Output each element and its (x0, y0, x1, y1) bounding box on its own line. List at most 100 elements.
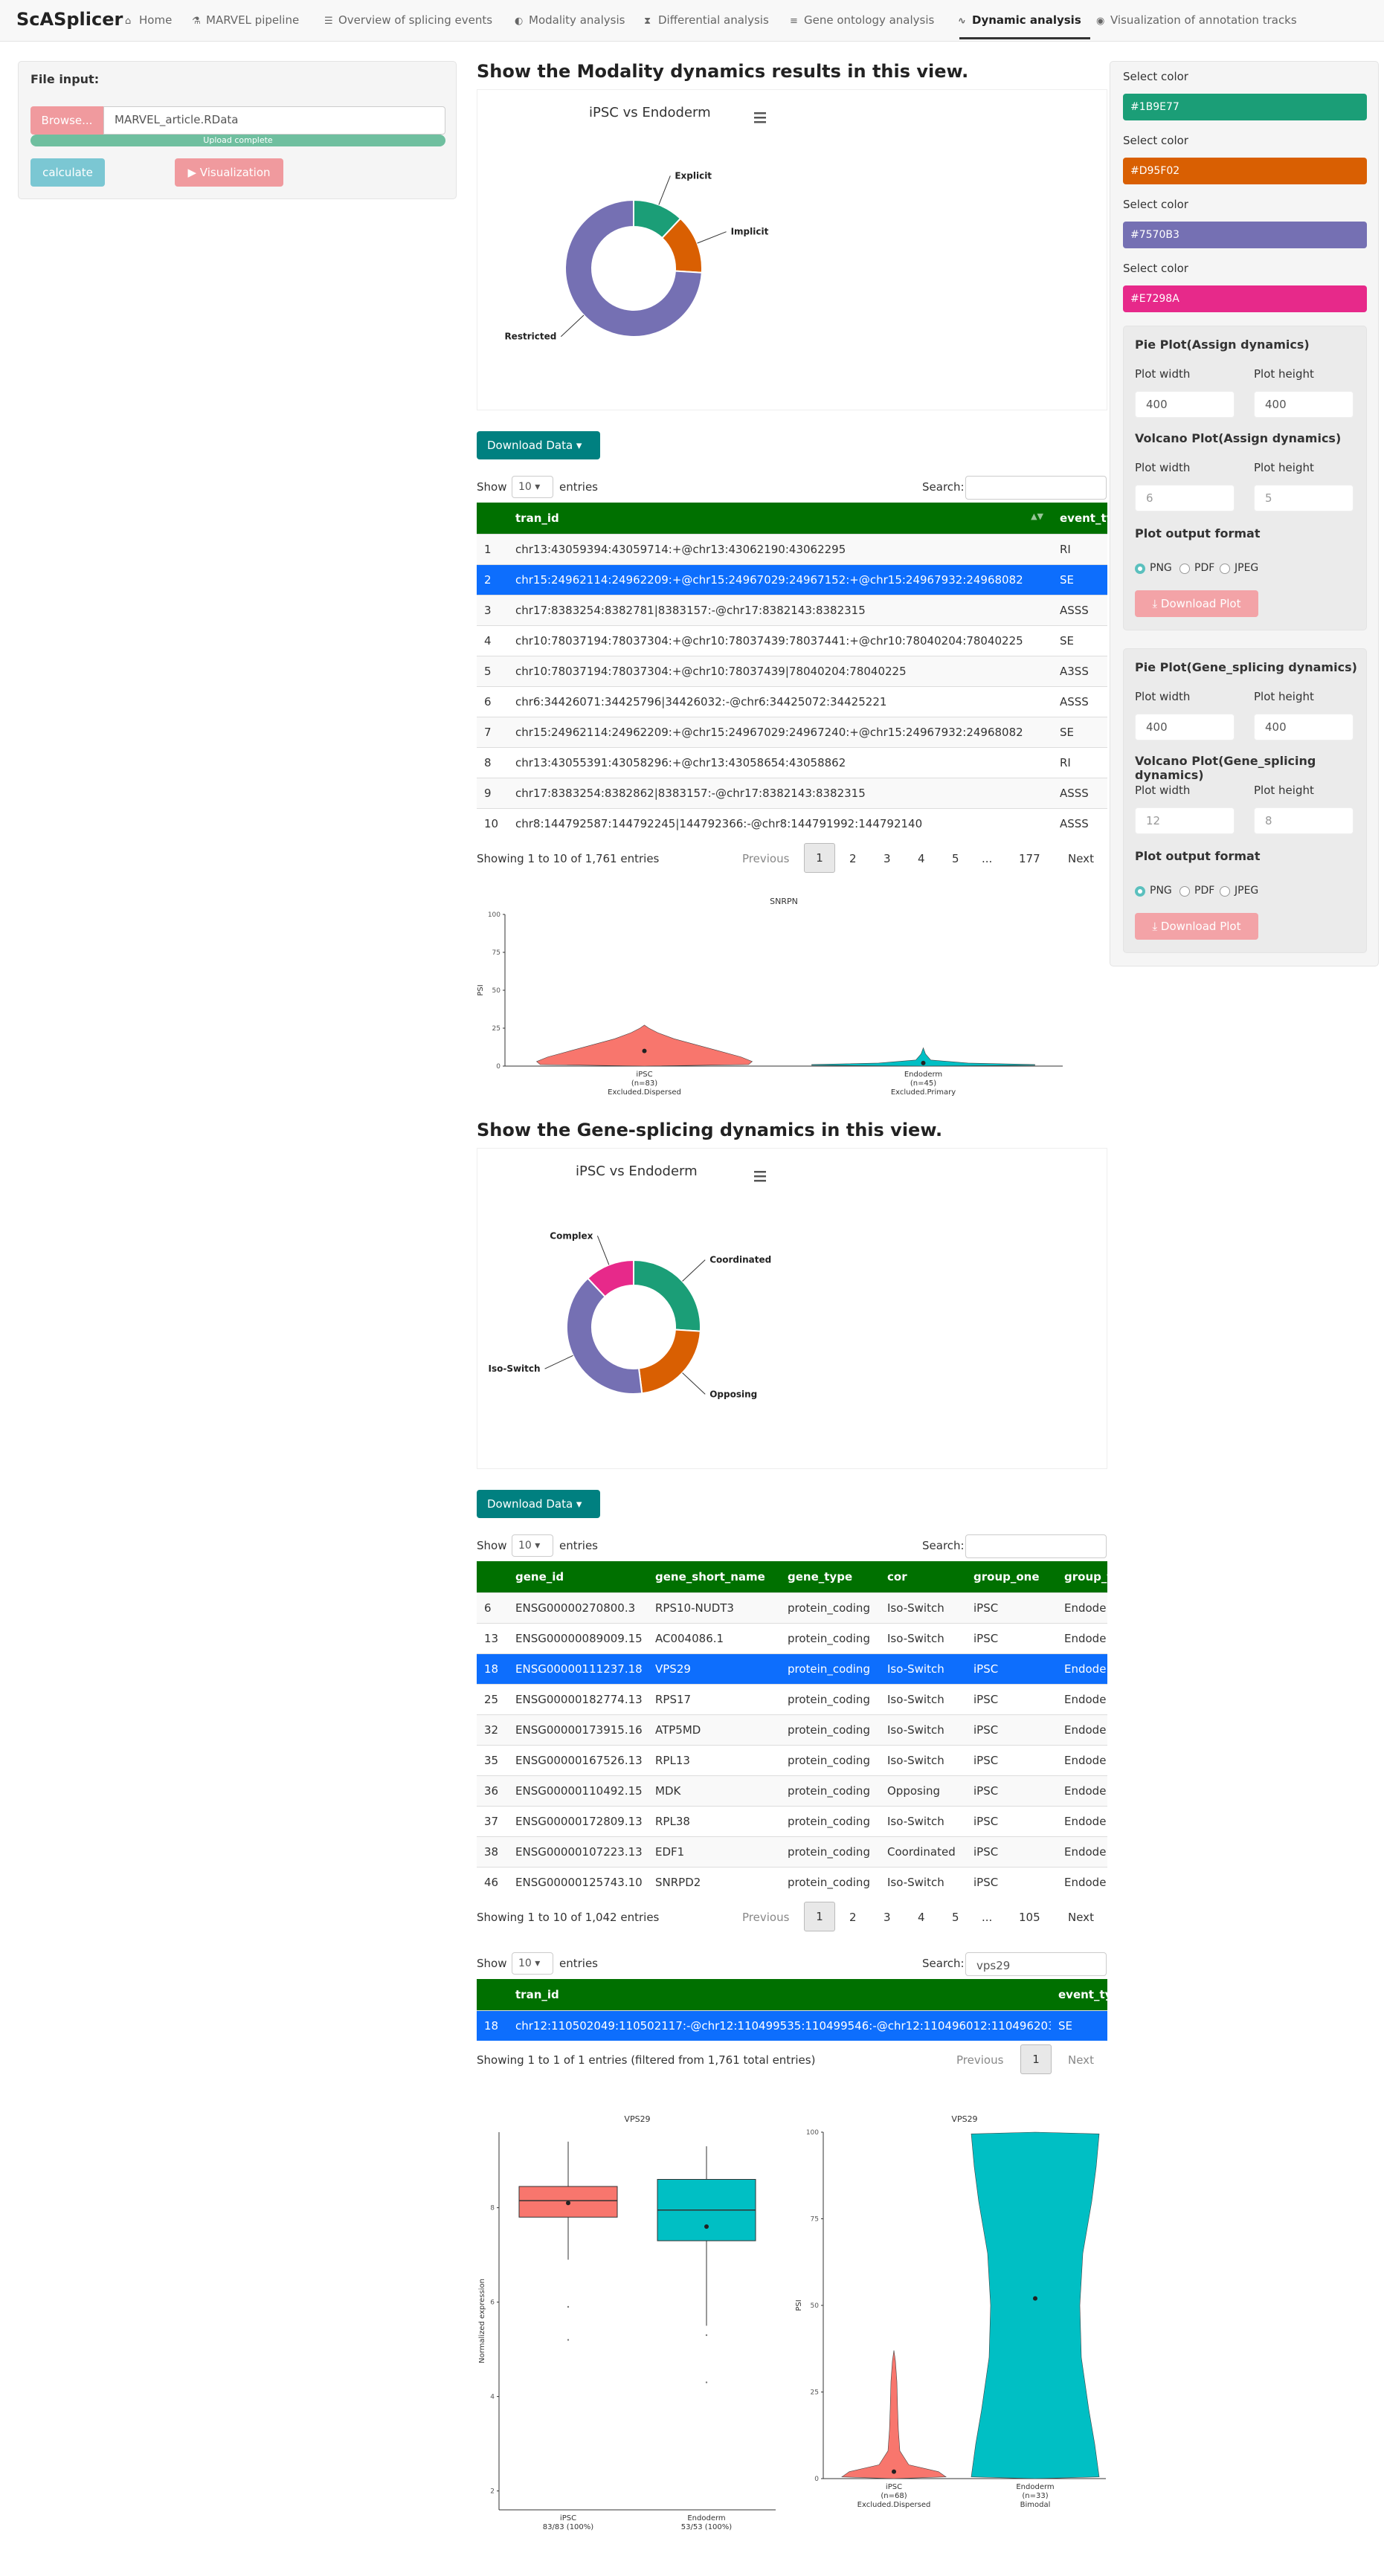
table-row[interactable]: 25 ENSG00000182774.13 RPS17 protein_coding I… (477, 1683, 1107, 1714)
pie-slice[interactable] (633, 1259, 701, 1332)
calculate-button[interactable]: calculate (30, 158, 105, 187)
nav-dynamic[interactable]: ∿ Dynamic analysis (958, 13, 1081, 27)
filtered-search-input[interactable]: vps29 (965, 1952, 1107, 1976)
modality-page-177[interactable]: 177 (1019, 852, 1040, 865)
gene-splicing-next-page[interactable]: Next (1068, 1911, 1094, 1924)
nav-differential[interactable]: ⧗ Differential analysis (644, 13, 769, 27)
gene-splicing-search-input[interactable] (965, 1534, 1107, 1558)
gene-splicing-download-button[interactable]: Download Data ▾ (477, 1490, 600, 1518)
violin-shape[interactable] (841, 2350, 947, 2479)
gene-splicing-page-3[interactable]: 3 (883, 1911, 891, 1924)
filtered-next-page[interactable]: Next (1068, 2053, 1094, 2067)
modality-page-1[interactable]: 1 (804, 843, 835, 873)
gene-splicing-page-5[interactable]: 5 (952, 1911, 959, 1924)
column-header-index[interactable] (477, 503, 508, 534)
gene-splicing-prev-page[interactable]: Previous (742, 1911, 789, 1924)
violin-shape[interactable] (535, 1024, 753, 1067)
nav-home[interactable]: ⌂ Home (125, 13, 172, 27)
table-row[interactable]: 46 ENSG00000125743.10 SNRPD2 protein_coding… (477, 1866, 1107, 1897)
brand-logo[interactable]: ScASplicer (16, 9, 123, 30)
volcano-assign-height-input[interactable]: 5 (1254, 485, 1354, 511)
radio-pdf[interactable] (1179, 564, 1190, 574)
modality-download-button[interactable]: Download Data ▾ (477, 431, 600, 459)
column-header-cor[interactable]: cor (880, 1561, 966, 1592)
radio-jpeg[interactable] (1220, 886, 1230, 897)
table-row[interactable]: 2 chr15:24962114:24962209:+@chr15:2496702… (477, 564, 1107, 595)
gene-splicing-page-1[interactable]: 1 (804, 1902, 835, 1931)
browse-button[interactable]: Browse... (30, 106, 103, 135)
table-row[interactable]: 32 ENSG00000173915.16 ATP5MD protein_coding… (477, 1714, 1107, 1745)
column-header-index[interactable] (477, 1979, 508, 2010)
table-row[interactable]: 4 chr10:78037194:78037304:+@chr10:7803743… (477, 624, 1107, 656)
table-row[interactable]: 13 ENSG00000089009.15 AC004086.1 protein_co… (477, 1622, 1107, 1653)
modality-search-input[interactable] (965, 476, 1107, 500)
table-row[interactable]: 9 chr17:8383254:8382862|8383157:-@chr17:8… (477, 777, 1107, 808)
modality-length-select[interactable]: 10 ▾ (512, 476, 553, 498)
pie-assign-height-input[interactable]: 400 (1254, 391, 1354, 418)
table-row[interactable]: 35 ENSG00000167526.13 RPL13 protein_coding I… (477, 1744, 1107, 1775)
radio-png[interactable] (1135, 886, 1145, 897)
filtered-length-select[interactable]: 10 ▾ (512, 1952, 553, 1975)
table-row[interactable]: 7 chr15:24962114:24962209:+@chr15:2496702… (477, 716, 1107, 747)
color-picker-1[interactable]: #1B9E77 (1123, 94, 1367, 120)
modality-page-5[interactable]: 5 (952, 852, 959, 865)
table-row[interactable]: 36 ENSG00000110492.15 MDK protein_coding Opp… (477, 1775, 1107, 1806)
column-header-event-type[interactable]: event_type (1052, 503, 1107, 534)
column-header-index[interactable] (477, 1561, 508, 1592)
filtered-page-1[interactable]: 1 (1020, 2044, 1052, 2074)
column-header-tran-id[interactable]: tran_id ▲▼ (508, 503, 1052, 534)
nav-gene-ontology[interactable]: ≡ Gene ontology analysis (790, 13, 934, 27)
modality-next-page[interactable]: Next (1068, 852, 1094, 865)
column-header-group-two[interactable]: group_t (1057, 1561, 1107, 1592)
table-row[interactable]: 18 ENSG00000111237.18 VPS29 protein_coding I… (477, 1653, 1107, 1684)
filtered-prev-page[interactable]: Previous (956, 2053, 1003, 2067)
radio-png[interactable] (1135, 564, 1145, 574)
volcano-gene-height-input[interactable]: 8 (1254, 807, 1354, 834)
column-header-event-type[interactable]: event_ty (1051, 1979, 1107, 2010)
nav-visualization[interactable]: ◉ Visualization of annotation tracks (1096, 13, 1297, 27)
table-row[interactable]: 18 chr12:110502049:110502117:-@chr12:110… (477, 2010, 1107, 2041)
table-row[interactable]: 38 ENSG00000107223.13 EDF1 protein_coding Co… (477, 1836, 1107, 1867)
pie-slice[interactable] (637, 1329, 701, 1395)
column-header-gene-id[interactable]: gene_id (508, 1561, 648, 1592)
radio-pdf[interactable] (1179, 886, 1190, 897)
column-header-tran-id[interactable]: tran_id (508, 1979, 1051, 2010)
color-picker-4[interactable]: #E7298A (1123, 285, 1367, 312)
table-row[interactable]: 6 ENSG00000270800.3 RPS10-NUDT3 protein_cod… (477, 1592, 1107, 1623)
nav-overview[interactable]: ☰ Overview of splicing events (324, 13, 492, 27)
table-row[interactable]: 10 chr8:144792587:144792245|144792366:-@c… (477, 807, 1107, 839)
gene-splicing-page-2[interactable]: 2 (849, 1911, 857, 1924)
table-row[interactable]: 3 chr17:8383254:8382781|8383157:-@chr17:8… (477, 594, 1107, 625)
modality-page-3[interactable]: 3 (883, 852, 891, 865)
nav-marvel-pipeline[interactable]: ⚗ MARVEL pipeline (192, 13, 299, 27)
radio-jpeg[interactable] (1220, 564, 1230, 574)
column-header-group-one[interactable]: group_one (966, 1561, 1057, 1592)
table-row[interactable]: 1 chr13:43059394:43059714:+@chr13:4306219… (477, 533, 1107, 564)
modality-page-4[interactable]: 4 (918, 852, 925, 865)
column-header-gene-type[interactable]: gene_type (780, 1561, 880, 1592)
gene-splicing-length-select[interactable]: 10 ▾ (512, 1534, 553, 1557)
gene-splicing-page-105[interactable]: 105 (1019, 1911, 1040, 1924)
pie-gene-width-input[interactable]: 400 (1135, 714, 1235, 740)
volcano-assign-width-input[interactable]: 6 (1135, 485, 1235, 511)
modality-page-2[interactable]: 2 (849, 852, 857, 865)
download-plot-button[interactable]: ⤓ Download Plot (1135, 913, 1258, 940)
gene-splicing-page-4[interactable]: 4 (918, 1911, 925, 1924)
color-picker-2[interactable]: #D95F02 (1123, 158, 1367, 184)
modality-prev-page[interactable]: Previous (742, 852, 789, 865)
pie-assign-width-input[interactable]: 400 (1135, 391, 1235, 418)
table-row[interactable]: 6 chr6:34426071:34425796|34426032:-@chr6:… (477, 685, 1107, 717)
table-row[interactable]: 37 ENSG00000172809.13 RPL38 protein_coding I… (477, 1805, 1107, 1836)
color-picker-3[interactable]: #7570B3 (1123, 222, 1367, 248)
table-row[interactable]: 8 chr13:43055391:43058296:+@chr13:4305865… (477, 746, 1107, 778)
volcano-gene-width-input[interactable]: 12 (1135, 807, 1235, 834)
nav-modality[interactable]: ◐ Modality analysis (515, 13, 625, 27)
menu-icon[interactable] (754, 112, 766, 123)
visualization-button[interactable]: ▶ Visualization (175, 158, 283, 187)
table-row[interactable]: 5 chr10:78037194:78037304:+@chr10:7803743… (477, 655, 1107, 686)
download-plot-button[interactable]: ⤓ Download Plot (1135, 590, 1258, 617)
pie-gene-height-input[interactable]: 400 (1254, 714, 1354, 740)
violin-shape[interactable] (971, 2131, 1100, 2479)
column-header-gene-short-name[interactable]: gene_short_name (648, 1561, 780, 1592)
menu-icon[interactable] (754, 1171, 766, 1182)
